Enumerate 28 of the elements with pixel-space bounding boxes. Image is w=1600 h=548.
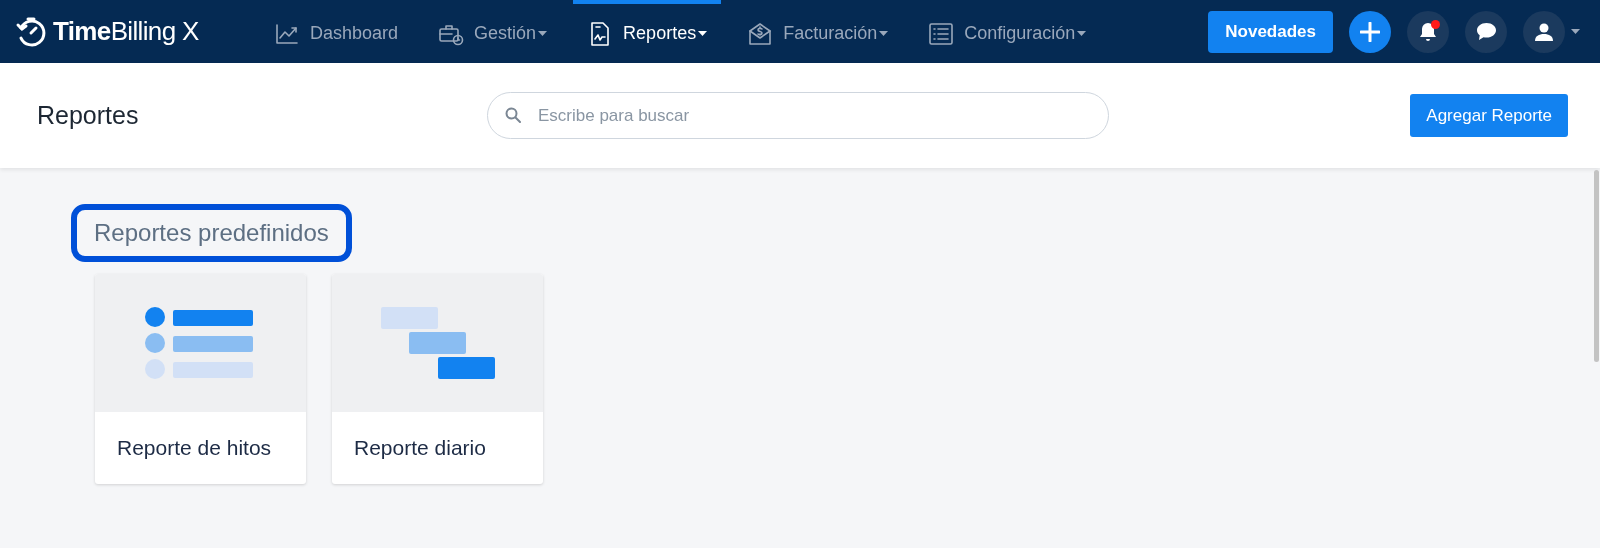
nav-tab[interactable]: Configuración xyxy=(914,0,1101,63)
plus-icon xyxy=(1360,21,1380,42)
page-title: Reportes xyxy=(37,99,140,131)
section-title: Reportes predefinidos xyxy=(71,204,352,262)
add-report-button[interactable]: Agregar Reporte xyxy=(1410,94,1568,137)
nav-tab[interactable]: Gestión xyxy=(424,0,562,63)
card-title: Reporte de hitos xyxy=(117,435,272,462)
brand-logo: TimeBilling X xyxy=(53,15,199,48)
user-icon xyxy=(1534,21,1554,42)
search-field[interactable]: Escribe para buscar xyxy=(487,92,1109,139)
bell-icon xyxy=(1418,21,1438,42)
add-button[interactable] xyxy=(1349,10,1391,53)
news-button[interactable]: Novedades xyxy=(1208,10,1333,53)
chat-button[interactable] xyxy=(1465,10,1507,53)
gantt-illustration-icon xyxy=(380,306,495,380)
money-envelope-icon xyxy=(747,20,774,47)
search-icon xyxy=(505,107,521,123)
report-card[interactable]: Reporte de hitos xyxy=(95,274,306,484)
notifications-button[interactable] xyxy=(1407,10,1449,53)
nav-tab[interactable]: Dashboard xyxy=(260,0,413,63)
nav-tab[interactable]: Facturación xyxy=(733,0,903,63)
report-card[interactable]: Reporte diario xyxy=(332,274,543,484)
list-icon xyxy=(928,20,955,47)
caret-icon xyxy=(1571,29,1580,34)
stopwatch-logo-icon xyxy=(15,15,47,48)
user-menu-button[interactable] xyxy=(1523,10,1580,53)
chat-bubble-icon xyxy=(1475,22,1497,41)
card-title: Reporte diario xyxy=(354,435,486,462)
